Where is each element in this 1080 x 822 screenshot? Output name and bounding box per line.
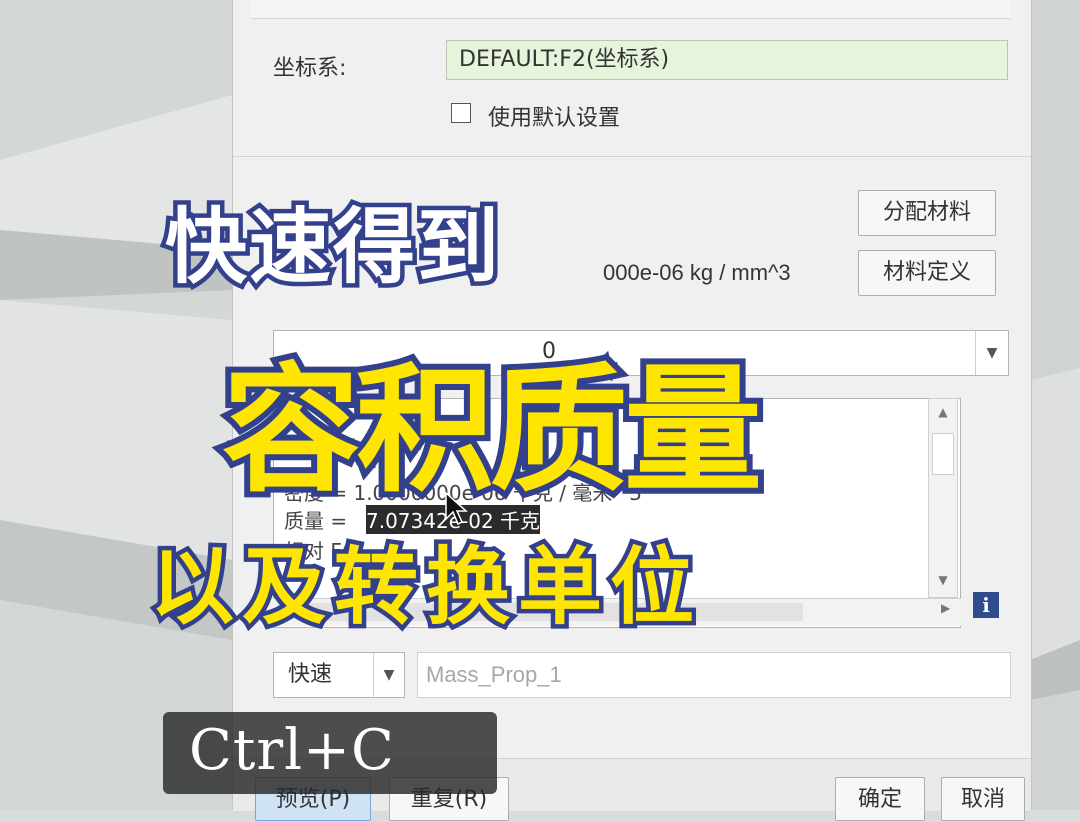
scroll-up-icon[interactable]: ▲ bbox=[929, 405, 957, 419]
overlay-title-line3: 以及转换单位 bbox=[145, 534, 703, 641]
top-row-field bbox=[251, 0, 1011, 19]
density-value-text: 000e-06 kg / mm^3 bbox=[603, 260, 791, 285]
use-default-label: 使用默认设置 bbox=[488, 106, 621, 131]
use-default-checkbox[interactable] bbox=[451, 103, 471, 123]
coordinate-system-label: 坐标系: bbox=[273, 56, 347, 81]
keyboard-shortcut-overlay: Ctrl+C bbox=[163, 712, 497, 794]
chevron-down-icon[interactable]: ▼ bbox=[373, 653, 404, 697]
cancel-button[interactable]: 取消 bbox=[941, 777, 1025, 821]
coordinate-system-field[interactable]: DEFAULT:F2(坐标系) bbox=[446, 40, 1008, 80]
keyboard-shortcut-text: Ctrl+C bbox=[189, 718, 395, 783]
info-icon[interactable]: i bbox=[973, 592, 999, 618]
scroll-right-icon[interactable]: ▶ bbox=[941, 601, 950, 615]
analysis-name-input[interactable]: Mass_Prop_1 bbox=[417, 652, 1011, 698]
assign-material-button[interactable]: 分配材料 bbox=[858, 190, 996, 236]
ok-button[interactable]: 确定 bbox=[835, 777, 925, 821]
quick-mode-select[interactable]: 快速 ▼ bbox=[273, 652, 405, 698]
overlay-title-line2: 容积质量 bbox=[216, 344, 768, 517]
section-divider bbox=[233, 156, 1031, 157]
model-plate-right bbox=[1030, 368, 1080, 660]
quick-mode-value: 快速 bbox=[288, 662, 333, 687]
chevron-down-icon[interactable]: ▼ bbox=[975, 331, 1008, 375]
scroll-down-icon[interactable]: ▼ bbox=[929, 573, 957, 587]
scrollbar-thumb[interactable] bbox=[932, 433, 954, 475]
overlay-title-line1: 快速得到 bbox=[160, 196, 503, 300]
material-define-button[interactable]: 材料定义 bbox=[858, 250, 996, 296]
results-vertical-scrollbar[interactable]: ▲ ▼ bbox=[928, 398, 958, 598]
